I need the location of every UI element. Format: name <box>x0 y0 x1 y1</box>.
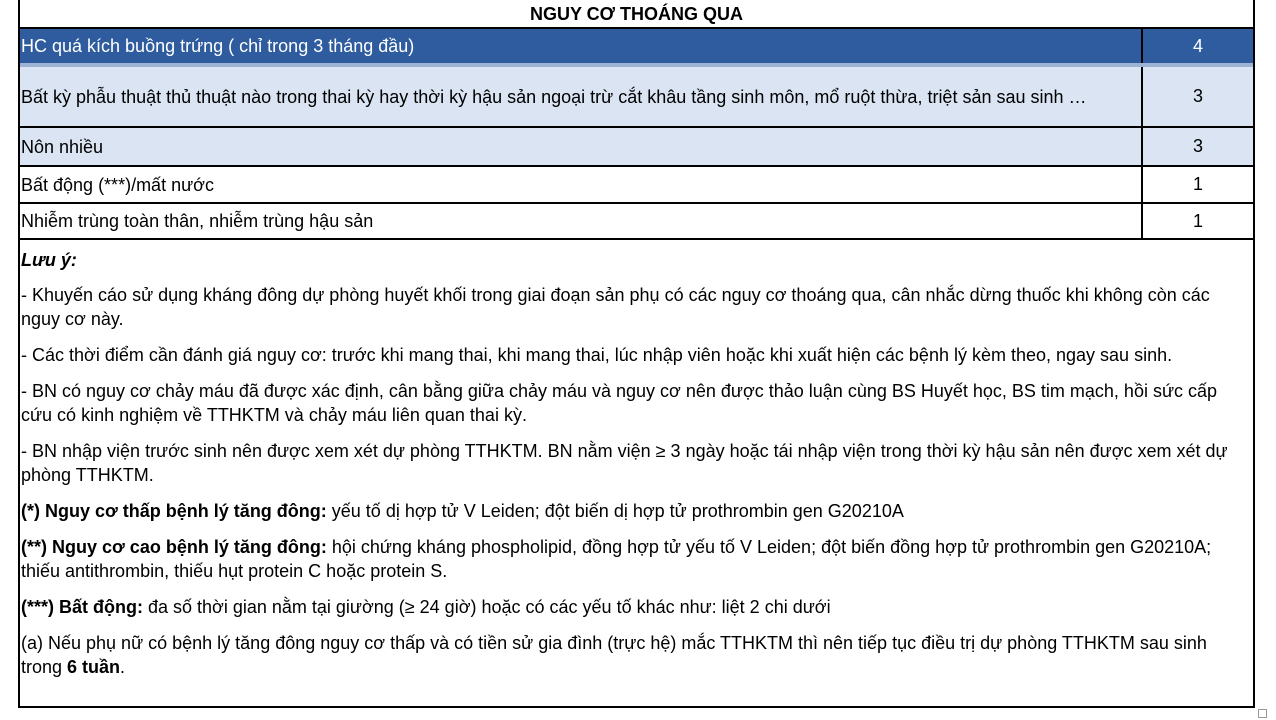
row-score: 3 <box>1192 86 1203 106</box>
definition-term: (**) Nguy cơ cao bệnh lý tăng đông: <box>21 537 327 557</box>
definition-text: đa số thời gian nằm tại giường (≥ 24 giờ… <box>142 597 831 617</box>
table-title: NGUY CƠ THOÁNG QUA <box>20 0 1253 29</box>
footnote-text: (a) Nếu phụ nữ có bệnh lý tăng đông nguy… <box>21 633 1207 677</box>
row-label: Bất kỳ phẫu thuật thủ thuật nào trong th… <box>20 67 1143 126</box>
row-label: Bất động (***)/mất nước <box>20 167 1143 202</box>
definition-immobility: (***) Bất động: đa số thời gian nằm tại … <box>21 595 1251 619</box>
note-item: - BN có nguy cơ chảy máu đã được xác địn… <box>21 381 1218 425</box>
definition-low-thrombophilia: (*) Nguy cơ thấp bệnh lý tăng đông: yếu … <box>21 499 1251 523</box>
table-row[interactable]: HC quá kích buồng trứng ( chỉ trong 3 th… <box>20 29 1253 67</box>
definition-term: (***) Bất động: <box>21 597 143 617</box>
table-row[interactable]: Nôn nhiều 3 <box>20 128 1253 167</box>
resize-handle[interactable] <box>1258 709 1267 718</box>
row-label: Nhiễm trùng toàn thân, nhiễm trùng hậu s… <box>20 204 1143 238</box>
definition-text: yếu tố dị hợp tử V Leiden; đột biến dị h… <box>326 501 904 521</box>
row-score: 1 <box>1192 210 1203 231</box>
row-label: HC quá kích buồng trứng ( chỉ trong 3 th… <box>20 29 1143 63</box>
row-label: Nôn nhiều <box>20 128 1143 165</box>
footnote-a: (a) Nếu phụ nữ có bệnh lý tăng đông nguy… <box>21 631 1251 679</box>
row-score: 4 <box>1192 35 1203 56</box>
table-row[interactable]: Nhiễm trùng toàn thân, nhiễm trùng hậu s… <box>20 204 1253 240</box>
definition-term: (*) Nguy cơ thấp bệnh lý tăng đông: <box>21 501 327 521</box>
footnote-duration: 6 tuần <box>67 657 121 677</box>
risk-sheet: NGUY CƠ THOÁNG QUA HC quá kích buồng trứ… <box>18 0 1255 708</box>
row-score: 1 <box>1192 174 1203 194</box>
note-item: - Khuyến cáo sử dụng kháng đông dự phòng… <box>21 285 1210 329</box>
definition-high-thrombophilia: (**) Nguy cơ cao bệnh lý tăng đông: hội … <box>21 535 1251 583</box>
footnote-end: . <box>120 657 126 677</box>
note-item: - Các thời điểm cần đánh giá nguy cơ: tr… <box>21 345 1173 365</box>
table-row[interactable]: Bất kỳ phẫu thuật thủ thuật nào trong th… <box>20 67 1253 128</box>
note-item: - BN nhập viện trước sinh nên được xem x… <box>21 441 1228 485</box>
table-row[interactable]: Bất động (***)/mất nước 1 <box>20 167 1253 204</box>
notes-section: Lưu ý: - Khuyến cáo sử dụng kháng đông d… <box>20 239 1253 691</box>
row-score: 3 <box>1192 136 1203 156</box>
notes-heading: Lưu ý: <box>21 250 77 270</box>
